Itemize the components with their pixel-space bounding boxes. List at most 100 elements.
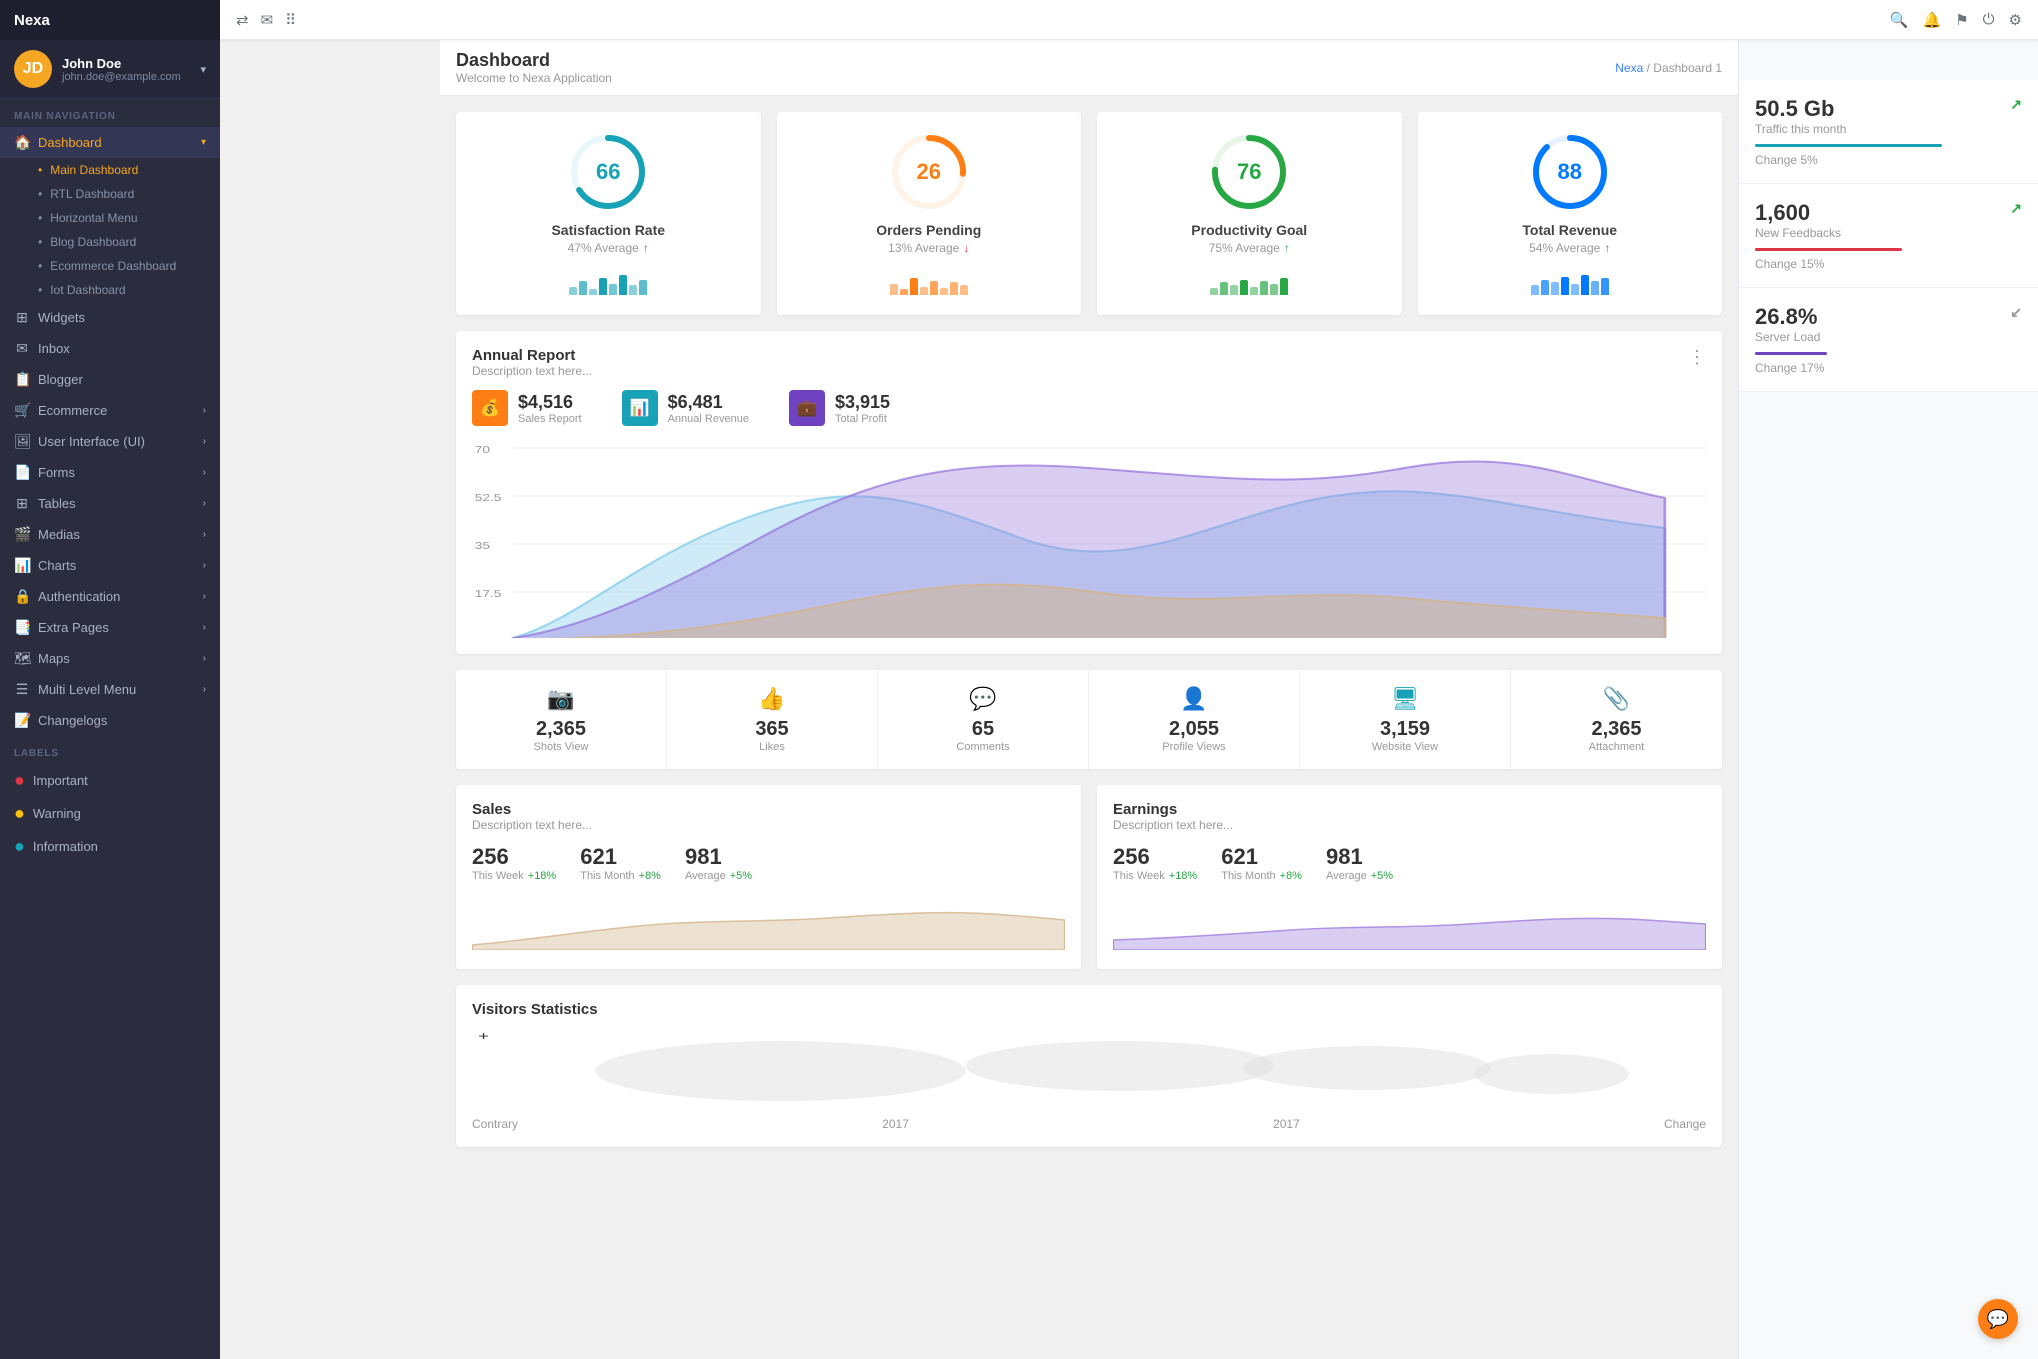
productivity-label: Productivity Goal [1191,222,1307,238]
stat-card-productivity: 76 Productivity Goal 75% Average ↑ [1097,112,1402,315]
sidebar-subitem-blog-dashboard[interactable]: • Blog Dashboard [0,230,220,254]
sales-this-week: 256 This Week +18% [472,844,556,882]
website-view-label: Website View [1316,741,1494,753]
breadcrumb-home[interactable]: Nexa [1615,61,1643,75]
sidebar: Nexa JD John Doe john.doe@example.com ▾ … [0,0,220,1359]
sidebar-item-label: Changelogs [38,713,107,728]
user-chevron-icon[interactable]: ▾ [200,63,206,76]
annual-report-title: Annual Report [472,347,592,364]
ecommerce-icon: 🛒 [14,402,30,419]
more-options-icon[interactable]: ⋮ [1688,347,1706,368]
sidebar-subitem-main-dashboard[interactable]: • Main Dashboard [0,158,220,182]
label-important[interactable]: ● Important [0,764,220,797]
sidebar-item-blogger[interactable]: 📋 Blogger [0,364,220,395]
sidebar-item-forms[interactable]: 📄 Forms › [0,457,220,488]
envelope-icon[interactable]: ✉ [261,11,274,29]
social-stat-attachment: 📎 2,365 Attachment [1511,670,1722,769]
label-information-text: Information [33,839,98,854]
search-icon[interactable]: 🔍 [1890,11,1909,29]
user-info: John Doe john.doe@example.com [62,56,190,83]
label-warning-text: Warning [33,806,81,821]
flag-icon[interactable]: ⚑ [1955,11,1968,29]
label-warning[interactable]: ● Warning [0,797,220,830]
comments-label: Comments [894,741,1072,753]
sidebar-item-multilevel[interactable]: ☰ Multi Level Menu › [0,674,220,705]
blogger-icon: 📋 [14,371,30,388]
user-name: John Doe [62,56,190,71]
productivity-value: 76 [1237,159,1261,185]
extra-pages-icon: 📑 [14,619,30,636]
earnings-this-week: 256 This Week +18% [1113,844,1197,882]
orders-value: 26 [917,159,941,185]
satisfaction-value: 66 [596,159,620,185]
sales-report-value: $4,516 [518,392,582,413]
traffic-value: 50.5 Gb ↗ [1755,96,2022,122]
chat-button[interactable]: 💬 [1978,1299,2018,1339]
breadcrumb-current: Dashboard 1 [1653,61,1722,75]
sidebar-item-extra-pages[interactable]: 📑 Extra Pages › [0,612,220,643]
changelogs-icon: 📝 [14,712,30,729]
sidebar-item-dashboard[interactable]: 🏠 Dashboard ▾ [0,127,220,158]
sales-card: Sales Description text here... 256 This … [456,785,1081,969]
visitors-footer-contrary: Contrary [472,1117,518,1131]
up-arrow-icon2: ↑ [1284,241,1290,255]
likes-icon: 👍 [683,686,861,712]
earnings-average: 981 Average +5% [1326,844,1393,882]
right-metric-feedbacks: 1,600 ↗ New Feedbacks Change 15% [1739,184,2038,288]
social-stat-shots: 📷 2,365 Shots View [456,670,667,769]
revenue-circle: 88 [1530,132,1610,212]
likes-label: Likes [683,741,861,753]
annual-report-header: Annual Report Description text here... ⋮ [472,347,1706,378]
grid-icon[interactable]: ⠿ [285,11,296,29]
user-panel[interactable]: JD John Doe john.doe@example.com ▾ [0,40,220,99]
svg-text:52.5: 52.5 [475,492,502,504]
productivity-circle: 76 [1209,132,1289,212]
charts-arrow-icon: › [203,560,206,571]
sidebar-item-widgets[interactable]: ⊞ Widgets [0,302,220,333]
tables-arrow-icon: › [203,498,206,509]
sidebar-subitem-iot-dashboard[interactable]: • Iot Dashboard [0,278,220,302]
sidebar-item-label: Ecommerce [38,403,107,418]
satisfaction-bars [569,267,647,295]
page-header: Dashboard Welcome to Nexa Application Ne… [440,40,1738,96]
sidebar-item-ecommerce[interactable]: 🛒 Ecommerce › [0,395,220,426]
earnings-mini-chart [1113,890,1706,950]
orders-circle: 26 [889,132,969,212]
stats-row: 66 Satisfaction Rate 47% Average ↑ [456,112,1722,315]
social-stat-likes: 👍 365 Likes [667,670,878,769]
comments-icon: 💬 [894,686,1072,712]
sidebar-subitem-ecommerce-dashboard[interactable]: • Ecommerce Dashboard [0,254,220,278]
sidebar-subitem-horizontal-menu[interactable]: • Horizontal Menu [0,206,220,230]
orders-label: Orders Pending [876,222,981,238]
bell-icon[interactable]: 🔔 [1923,11,1942,29]
sidebar-item-tables[interactable]: ⊞ Tables › [0,488,220,519]
sidebar-item-medias[interactable]: 🎬 Medias › [0,519,220,550]
multilevel-arrow-icon: › [203,684,206,695]
sales-stats-row: 256 This Week +18% 621 This Month +8% 98… [472,844,1065,882]
arrows-icon[interactable]: ⇄ [236,11,249,29]
sidebar-item-authentication[interactable]: 🔒 Authentication › [0,581,220,612]
label-information[interactable]: ● Information [0,830,220,863]
sidebar-item-label: Medias [38,527,80,542]
power-icon[interactable]: ⏻ [1983,11,1995,28]
sidebar-item-ui[interactable]: 🖼 User Interface (UI) › [0,426,220,457]
dot-icon: • [38,283,42,297]
sidebar-item-inbox[interactable]: ✉ Inbox [0,333,220,364]
earnings-subtitle: Description text here... [1113,818,1706,832]
home-icon: 🏠 [14,134,30,151]
sidebar-item-changelogs[interactable]: 📝 Changelogs [0,705,220,736]
traffic-change: Change 5% [1755,153,2022,167]
visitors-footer-2017-2: 2017 [1273,1117,1300,1131]
report-stat-sales: 💰 $4,516 Sales Report [472,390,582,426]
right-metric-server: 26.8% ↙ Server Load Change 17% [1739,288,2038,392]
satisfaction-avg: 47% Average ↑ [568,241,649,255]
down-arrow-icon: ↓ [963,241,969,255]
ui-arrow-icon: › [203,436,206,447]
attachment-icon: 📎 [1527,686,1706,712]
sidebar-item-maps[interactable]: 🗺 Maps › [0,643,220,674]
sidebar-item-charts[interactable]: 📊 Charts › [0,550,220,581]
sidebar-subitem-rtl-dashboard[interactable]: • RTL Dashboard [0,182,220,206]
tables-icon: ⊞ [14,495,30,512]
earnings-card: Earnings Description text here... 256 Th… [1097,785,1722,969]
settings-icon[interactable]: ⚙ [2009,11,2022,29]
